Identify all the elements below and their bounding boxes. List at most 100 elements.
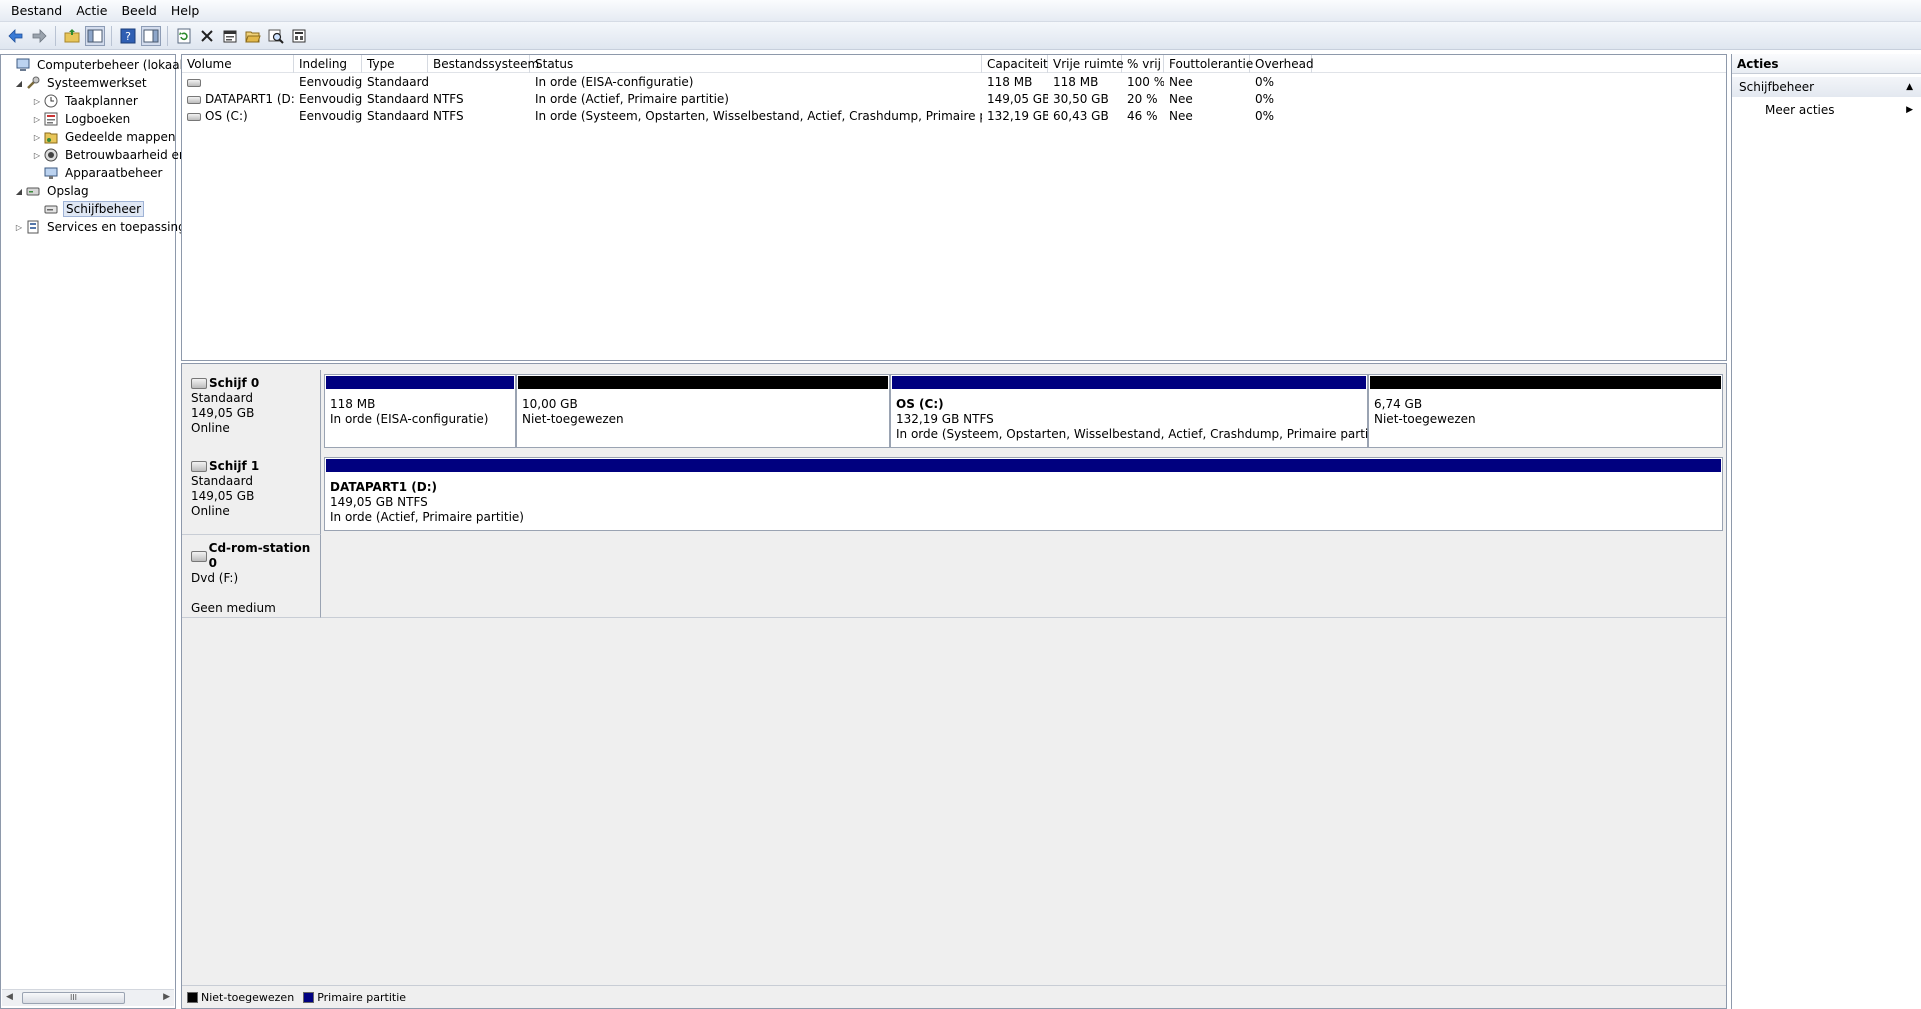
forward-arrow-icon (32, 28, 47, 43)
tree-item-gedeelde-mappen[interactable]: ▷ Gedeelde mappen (31, 128, 177, 146)
expand-triangle-icon[interactable]: ▷ (31, 133, 43, 142)
indeling-cell: Eenvoudig (299, 109, 362, 123)
actions-section-label: Schijfbeheer (1739, 80, 1815, 94)
tree-item-label: Computerbeheer (lokaal) (37, 58, 188, 72)
collapse-triangle-icon[interactable]: ◢ (13, 187, 25, 196)
partition-size: 10,00 GB (522, 397, 578, 411)
tree-item-label: Opslag (47, 184, 89, 198)
scrollbar-thumb[interactable]: III (22, 992, 125, 1004)
tree-item-apparaatbeheer[interactable]: Apparaatbeheer (31, 164, 164, 182)
console-tree-toggle[interactable] (85, 25, 105, 46)
tree-item-systeemwerkset[interactable]: ◢ Systeemwerkset (13, 74, 149, 92)
partition-block[interactable]: 118 MB In orde (EISA-configuratie) (324, 374, 516, 448)
hard-disk-icon (191, 378, 207, 389)
filesystem-cell (428, 74, 530, 91)
tree-item-opslag[interactable]: ◢ Opslag (13, 182, 91, 200)
tree-item-betrouwbaarheid[interactable]: ▷ Betrouwbaarheid en (31, 146, 189, 164)
disk-management-icon (43, 201, 59, 217)
forward-button[interactable] (29, 26, 49, 46)
toolbar-separator (167, 25, 168, 46)
help-button[interactable]: ? (118, 26, 138, 46)
column-overhead[interactable]: Overhead (1250, 55, 1314, 73)
disk-size: 149,05 GB (191, 489, 255, 503)
tree-item-logboeken[interactable]: ▷ Logboeken (31, 110, 132, 128)
device-manager-icon (43, 165, 59, 181)
scroll-left-icon[interactable]: ◀ (6, 992, 13, 1002)
disk-label[interactable]: Cd-rom-station 0 Dvd (F:) Geen medium (182, 535, 321, 618)
partition-block[interactable]: 6,74 GB Niet-toegewezen (1368, 374, 1723, 448)
tree-item-services[interactable]: ▷ Services en toepassingen (13, 218, 203, 236)
type-cell: Standaard (367, 92, 428, 106)
expand-triangle-icon[interactable]: ▷ (31, 151, 43, 160)
action-pane-toggle[interactable] (141, 25, 161, 46)
volume-row[interactable]: DATAPART1 (D:) Eenvoudig Standaard NTFS … (182, 91, 1726, 108)
disk-label[interactable]: Schijf 0 Standaard 149,05 GB Online (182, 370, 321, 454)
divider (182, 985, 1726, 986)
menu-beeld[interactable]: Beeld (114, 0, 163, 22)
actions-title: Acties (1732, 54, 1921, 74)
column-indeling[interactable]: Indeling (294, 55, 362, 73)
disk-label[interactable]: Schijf 1 Standaard 149,05 GB Online (182, 453, 321, 535)
properties-icon (223, 30, 237, 42)
disk-row-1: Schijf 1 Standaard 149,05 GB Online DATA… (182, 453, 1726, 535)
column-type[interactable]: Type (362, 55, 428, 73)
refresh-button[interactable] (174, 26, 194, 46)
partition-bar-primary (326, 376, 514, 389)
up-button[interactable] (62, 26, 82, 46)
collapse-up-icon[interactable]: ▲ (1906, 77, 1913, 97)
partition-size: 132,19 GB NTFS (896, 412, 994, 426)
column-vrije-ruimte[interactable]: Vrije ruimte (1048, 55, 1124, 73)
export-button[interactable] (289, 26, 309, 46)
volume-cell: OS (C:) (182, 108, 294, 125)
free-space-cell: 60,43 GB (1053, 109, 1109, 123)
fault-tolerance-cell: Nee (1169, 92, 1193, 106)
partition-size: 118 MB (330, 397, 376, 411)
search-button[interactable] (266, 26, 286, 46)
scroll-right-icon[interactable]: ▶ (163, 992, 170, 1002)
refresh-icon (177, 28, 191, 43)
tree-item-label: Schijfbeheer (63, 201, 145, 217)
expand-triangle-icon[interactable]: ▷ (31, 97, 43, 106)
partition-status: In orde (Systeem, Opstarten, Wisselbesta… (896, 427, 1389, 441)
tree-item-schijfbeheer[interactable]: Schijfbeheer (31, 200, 145, 218)
delete-button[interactable] (197, 26, 217, 46)
menu-actie[interactable]: Actie (69, 0, 114, 22)
partition-status: In orde (Actief, Primaire partitie) (330, 510, 524, 524)
volume-list: Volume Indeling Type Bestandssysteem Sta… (181, 54, 1727, 361)
column-bestandssysteem[interactable]: Bestandssysteem (428, 55, 539, 73)
collapse-triangle-icon[interactable]: ◢ (13, 79, 25, 88)
disk-type: Standaard (191, 391, 253, 405)
partition-block[interactable]: 10,00 GB Niet-toegewezen (516, 374, 890, 448)
volume-row[interactable]: Eenvoudig Standaard In orde (EISA-config… (182, 74, 1726, 91)
more-actions-item[interactable]: Meer acties ▶ (1732, 100, 1921, 120)
disk-row-0: Schijf 0 Standaard 149,05 GB Online 118 … (182, 370, 1726, 454)
open-button[interactable] (243, 26, 263, 46)
column-volume[interactable]: Volume (182, 55, 294, 73)
overhead-cell: 0% (1255, 92, 1275, 106)
legend-item-unallocated: Niet-toegewezen (187, 991, 294, 1004)
volume-cell: DATAPART1 (D:) (182, 91, 294, 108)
column-percent-vrij[interactable]: % vrij (1122, 55, 1164, 73)
partition-block[interactable]: DATAPART1 (D:) 149,05 GB NTFS In orde (A… (324, 457, 1723, 531)
column-status[interactable]: Status (530, 55, 982, 73)
menu-help[interactable]: Help (164, 0, 207, 22)
volume-row[interactable]: OS (C:) Eenvoudig Standaard NTFS In orde… (182, 108, 1726, 125)
column-fouttolerantie[interactable]: Fouttolerantie (1164, 55, 1253, 73)
type-cell: Standaard (367, 75, 428, 89)
column-capaciteit[interactable]: Capaciteit (982, 55, 1048, 73)
shared-folder-icon (43, 129, 59, 145)
filesystem-cell: NTFS (433, 109, 464, 123)
tree-item-computerbeheer[interactable]: Computerbeheer (lokaal) (3, 56, 190, 74)
partition-block[interactable]: OS (C:) 132,19 GB NTFS In orde (Systeem,… (890, 374, 1388, 448)
expand-triangle-icon[interactable]: ▷ (13, 223, 25, 232)
expand-triangle-icon[interactable]: ▷ (31, 115, 43, 124)
tree-item-taakplanner[interactable]: ▷ Taakplanner (31, 92, 140, 110)
properties-button[interactable] (220, 26, 240, 46)
tree-item-label: Gedeelde mappen (65, 130, 176, 144)
menu-bestand[interactable]: Bestand (4, 0, 69, 22)
horizontal-scrollbar[interactable]: ◀ III ▶ (2, 989, 174, 1006)
back-button[interactable] (6, 26, 26, 46)
capacity-cell: 149,05 GB (987, 92, 1048, 106)
actions-section-schijfbeheer[interactable]: Schijfbeheer ▲ (1732, 77, 1921, 97)
disk-row-cdrom: Cd-rom-station 0 Dvd (F:) Geen medium (182, 535, 1726, 618)
